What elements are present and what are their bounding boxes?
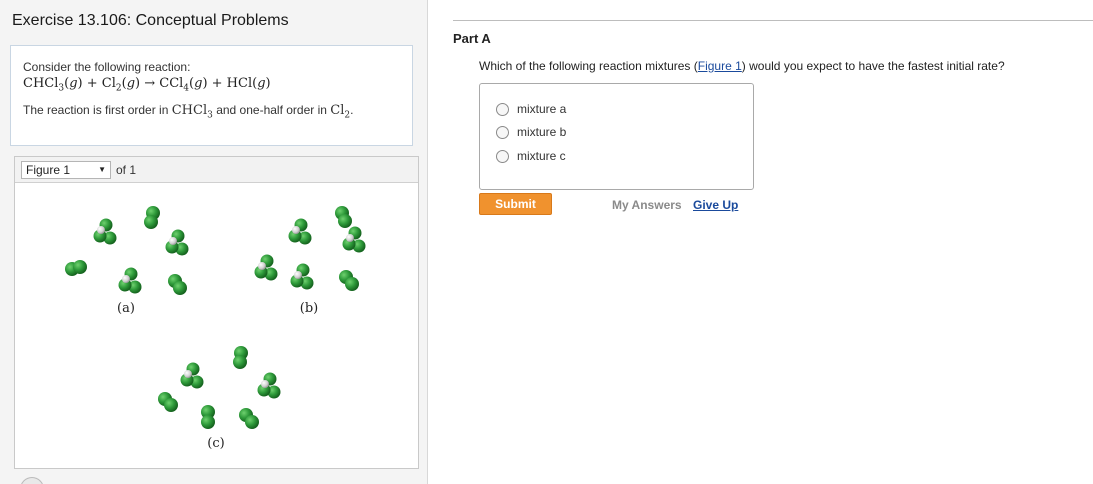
chcl3-molecule (257, 372, 281, 399)
exercise-title: Exercise 13.106: Conceptual Problems (12, 12, 289, 29)
give-up-link[interactable]: Give Up (693, 198, 738, 212)
reaction-equation: CHCl3(g) + Cl2(g) → CCl4(g) + HCl(g) (23, 76, 271, 94)
cl2-molecule (144, 206, 160, 229)
cl2-formula: Cl2 (330, 102, 351, 121)
order-note-middle: and one-half order in (216, 102, 327, 117)
cl2-molecule (339, 270, 359, 291)
chcl3-molecule (254, 254, 278, 281)
chcl3-molecule (93, 218, 117, 245)
figure-count: of 1 (116, 162, 137, 177)
intro-box: Consider the following reaction: CHCl3(g… (10, 45, 413, 146)
cl2-molecule (335, 206, 352, 228)
cl2-molecule (201, 405, 215, 429)
choice-mixture-a[interactable]: mixture a (496, 102, 566, 116)
chcl3-molecule (118, 267, 142, 294)
panel-label-a: (a) (117, 301, 135, 316)
choice-label: mixture b (517, 125, 567, 139)
left-panel: Exercise 13.106: Conceptual Problems Con… (0, 0, 428, 484)
choice-label: mixture c (517, 149, 566, 163)
chcl3-molecule (342, 226, 366, 253)
question-text: Which of the following reaction mixtures… (479, 59, 1005, 73)
chcl3-molecule (180, 362, 204, 389)
radio-button[interactable] (496, 149, 509, 163)
choices-box: mixture a mixture b mixture c (479, 83, 754, 190)
radio-button[interactable] (496, 125, 509, 139)
submit-button[interactable]: Submit (479, 193, 552, 215)
header-divider (453, 20, 1093, 21)
molecule-figure: (a) (b) (c) (65, 206, 366, 451)
chcl3-formula: CHCl3 (171, 102, 213, 121)
my-answers-label: My Answers (612, 198, 682, 212)
right-panel: Part A Which of the following reaction m… (429, 0, 1093, 484)
choice-label: mixture a (517, 102, 567, 116)
chcl3-molecule (290, 263, 314, 290)
chcl3-molecule (165, 229, 189, 256)
order-note: The reaction is first order in CHCl3 and… (23, 103, 400, 121)
figure-link[interactable]: Figure 1 (698, 59, 742, 73)
cl2-molecule (233, 346, 248, 369)
choice-mixture-b[interactable]: mixture b (496, 125, 566, 139)
cl2-molecule (168, 274, 187, 295)
radio-button[interactable] (496, 102, 509, 116)
panel-label-c: (c) (207, 436, 224, 451)
chevron-down-icon: ▼ (98, 165, 106, 174)
cl2-molecule (65, 260, 87, 276)
intro-lead: Consider the following reaction: (23, 60, 191, 74)
chcl3-molecule (288, 218, 312, 245)
figure-toolbar: Figure 1 ▼ of 1 (15, 157, 418, 183)
part-title: Part A (453, 31, 491, 46)
order-note-prefix: The reaction is first order in (23, 102, 169, 117)
panel-label-b: (b) (300, 301, 318, 316)
scroll-handle[interactable] (20, 477, 44, 484)
figure-select[interactable]: Figure 1 ▼ (21, 160, 111, 179)
figure-panel: Figure 1 ▼ of 1 (a) (b) (c) (14, 156, 419, 469)
choice-mixture-c[interactable]: mixture c (496, 149, 566, 163)
figure-select-value: Figure 1 (26, 162, 71, 177)
order-note-suffix: . (350, 102, 354, 117)
question-suffix: ) would you expect to have the fastest i… (741, 59, 1005, 73)
cl2-molecule (158, 392, 178, 412)
question-prefix: Which of the following reaction mixtures… (479, 59, 698, 73)
cl2-molecule (239, 408, 259, 429)
